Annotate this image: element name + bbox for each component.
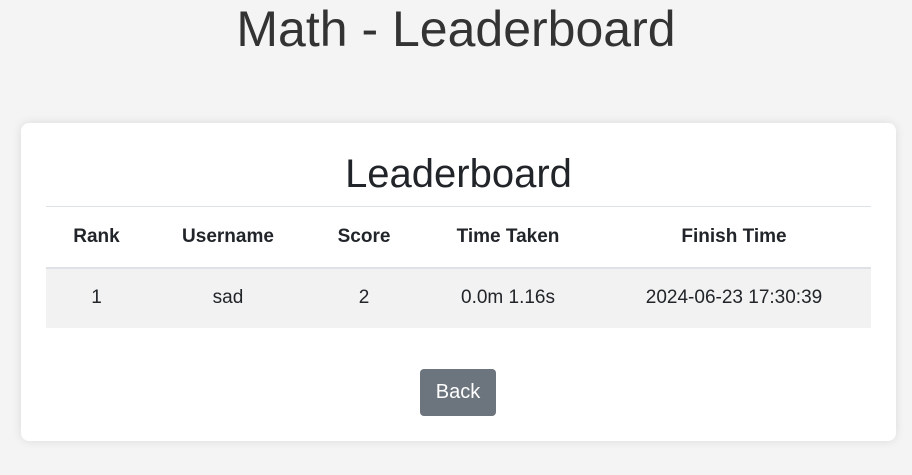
cell-rank: 1 [91, 287, 102, 308]
column-header-username: Username [147, 206, 309, 269]
leaderboard-table-wrapper: Rank Username Score Time Taken Finish Ti… [46, 206, 871, 328]
back-button[interactable]: Back [420, 369, 496, 416]
leaderboard-title: Leaderboard [345, 152, 572, 196]
leaderboard-card: Leaderboard Rank Username Score Time Tak… [21, 123, 896, 441]
column-header-score: Score [309, 206, 419, 269]
cell-score: 2 [358, 287, 370, 308]
page-title: Math - Leaderboard [236, 1, 676, 57]
column-header-time-taken: Time Taken [419, 206, 597, 269]
column-header-finish-time: Finish Time [597, 206, 871, 269]
leaderboard-table: Rank Username Score Time Taken Finish Ti… [46, 206, 871, 328]
cell-username: sad [212, 287, 244, 308]
cell-time-taken: 0.0m 1.16s [461, 287, 555, 308]
table-row: 1 sad 2 0.0m 1.16s 2024-06-23 17:30:39 [46, 267, 871, 328]
cell-finish-time: 2024-06-23 17:30:39 [645, 287, 823, 308]
column-header-rank: Rank [46, 206, 147, 269]
table-header-row: Rank Username Score Time Taken Finish Ti… [46, 206, 871, 269]
